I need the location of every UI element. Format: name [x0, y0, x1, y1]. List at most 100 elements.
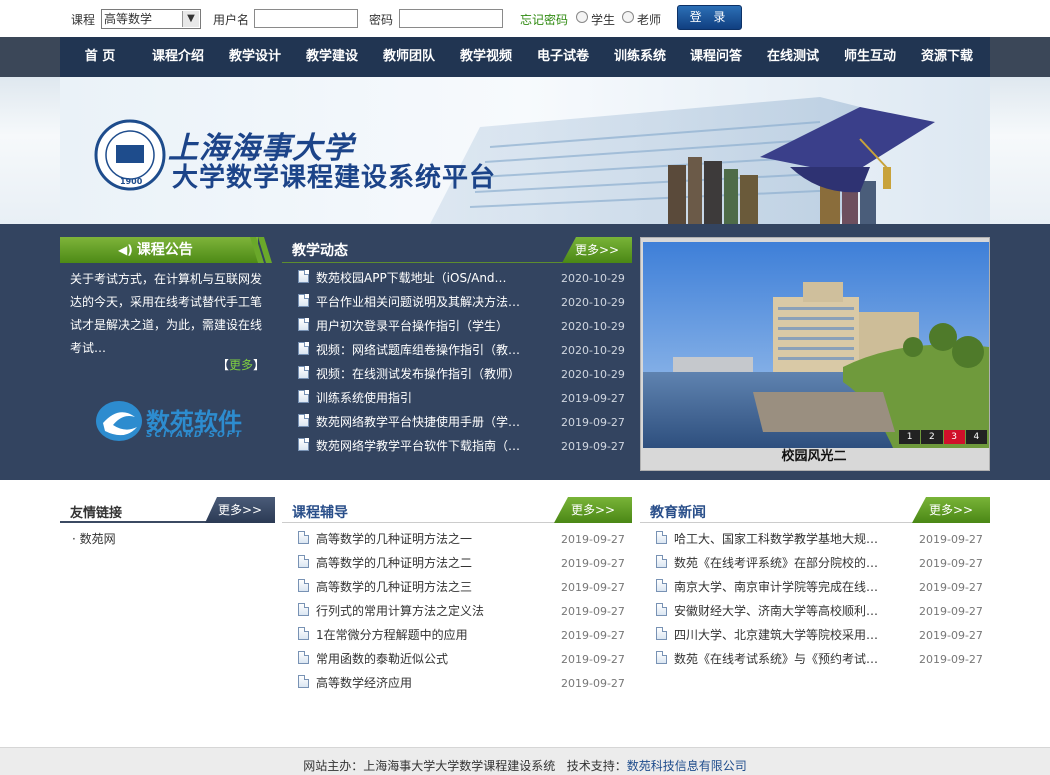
- document-icon: [298, 531, 309, 544]
- tutor-item-title[interactable]: 高等数学的几种证明方法之二: [316, 551, 528, 575]
- platform-name: 大学数学课程建设系统平台: [172, 163, 497, 193]
- edu-row[interactable]: 南京大学、南京审计学院等完成在线… 2019-09-27: [648, 575, 988, 599]
- news-row[interactable]: 数苑校园APP下载地址（iOS/And… 2020-10-29: [290, 266, 630, 290]
- document-icon: [298, 603, 309, 616]
- slide-page-2[interactable]: 2: [921, 430, 943, 444]
- tutor-item-title[interactable]: 高等数学经济应用: [316, 671, 528, 695]
- nav-item-teaching-video[interactable]: 教学视频: [450, 37, 522, 77]
- username-input[interactable]: [254, 9, 358, 28]
- slide-pager: 1 2 3 4: [899, 430, 987, 444]
- news-item-title[interactable]: 视频：在线测试发布操作指引（教师）: [316, 362, 528, 386]
- news-row[interactable]: 数苑网络学教学平台软件下载指南（… 2019-09-27: [290, 434, 630, 458]
- tutor-row[interactable]: 行列式的常用计算方法之定义法 2019-09-27: [290, 599, 630, 623]
- tutor-item-title[interactable]: 高等数学的几种证明方法之一: [316, 527, 528, 551]
- document-icon: [298, 294, 309, 307]
- footer-support-link[interactable]: 数苑科技信息有限公司: [627, 759, 747, 773]
- news-item-title[interactable]: 视频：网络试题库组卷操作指引（教…: [316, 338, 528, 362]
- edu-row[interactable]: 四川大学、北京建筑大学等院校采用… 2019-09-27: [648, 623, 988, 647]
- news-row[interactable]: 用户初次登录平台操作指引（学生） 2020-10-29: [290, 314, 630, 338]
- nav-item-qa[interactable]: 课程问答: [680, 37, 752, 77]
- tutor-row[interactable]: 高等数学的几种证明方法之二 2019-09-27: [290, 551, 630, 575]
- document-icon: [298, 318, 309, 331]
- links-title: 友情链接: [70, 506, 123, 521]
- tutor-item-title[interactable]: 1在常微分方程解题中的应用: [316, 623, 528, 647]
- edu-item-title[interactable]: 数苑《在线考评系统》在部分院校的…: [674, 551, 886, 575]
- tutor-item-date: 2019-09-27: [561, 677, 625, 690]
- campus-photo[interactable]: [643, 242, 989, 448]
- document-icon: [656, 651, 667, 664]
- news-item-title[interactable]: 训练系统使用指引: [316, 386, 528, 410]
- tutor-row[interactable]: 高等数学经济应用 2019-09-27: [290, 671, 630, 695]
- tutor-row[interactable]: 1在常微分方程解题中的应用 2019-09-27: [290, 623, 630, 647]
- document-icon: [298, 270, 309, 283]
- footer-host: 上海海事大学大学数学课程建设系统: [363, 759, 556, 773]
- edu-row[interactable]: 安徽财经大学、济南大学等高校顺利… 2019-09-27: [648, 599, 988, 623]
- document-icon: [298, 651, 309, 664]
- nav-item-teaching-design[interactable]: 教学设计: [219, 37, 291, 77]
- tutor-item-title[interactable]: 行列式的常用计算方法之定义法: [316, 599, 528, 623]
- notice-body: 关于考试方式，在计算机与互联网发达的今天，采用在线考试替代手工笔试才是解决之道，…: [70, 272, 263, 355]
- edu-item-title[interactable]: 数苑《在线考试系统》与《预约考试…: [674, 647, 886, 671]
- tutor-row[interactable]: 高等数学的几种证明方法之三 2019-09-27: [290, 575, 630, 599]
- news-row[interactable]: 视频：在线测试发布操作指引（教师） 2020-10-29: [290, 362, 630, 386]
- news-item-title[interactable]: 数苑校园APP下载地址（iOS/And…: [316, 266, 528, 290]
- tutor-more-button[interactable]: 更多>>: [554, 497, 632, 523]
- news-item-title[interactable]: 数苑网络教学平台快捷使用手册（学…: [316, 410, 528, 434]
- nav-item-course-intro[interactable]: 课程介绍: [142, 37, 214, 77]
- news-row[interactable]: 视频：网络试题库组卷操作指引（教… 2020-10-29: [290, 338, 630, 362]
- edu-row[interactable]: 数苑《在线考试系统》与《预约考试… 2019-09-27: [648, 647, 988, 671]
- news-row[interactable]: 训练系统使用指引 2019-09-27: [290, 386, 630, 410]
- nav-bar: 首 页 课程介绍 教学设计 教学建设 教师团队 教学视频 电子试卷 训练系统 课…: [0, 37, 1050, 77]
- notice-more-text[interactable]: 更多: [229, 358, 253, 372]
- tutor-row[interactable]: 高等数学的几种证明方法之一 2019-09-27: [290, 527, 630, 551]
- tutor-header: 课程辅导 更多>>: [282, 497, 632, 523]
- news-item-title[interactable]: 用户初次登录平台操作指引（学生）: [316, 314, 528, 338]
- edu-item-title[interactable]: 安徽财经大学、济南大学等高校顺利…: [674, 599, 886, 623]
- tutor-item-title[interactable]: 常用函数的泰勒近似公式: [316, 647, 528, 671]
- nav-item-training[interactable]: 训练系统: [604, 37, 676, 77]
- edu-item-title[interactable]: 四川大学、北京建筑大学等院校采用…: [674, 623, 886, 647]
- news-item-title[interactable]: 平台作业相关问题说明及其解决方法…: [316, 290, 528, 314]
- news-more-button[interactable]: 更多>>: [562, 237, 632, 263]
- footer: 网站主办：上海海事大学大学数学课程建设系统 技术支持：数苑科技信息有限公司: [0, 747, 1050, 775]
- nav-item-e-exam[interactable]: 电子试卷: [527, 37, 599, 77]
- edu-row[interactable]: 数苑《在线考评系统》在部分院校的… 2019-09-27: [648, 551, 988, 575]
- password-input[interactable]: [399, 9, 503, 28]
- role-teacher-radio[interactable]: [622, 11, 634, 23]
- news-row[interactable]: 数苑网络教学平台快捷使用手册（学… 2019-09-27: [290, 410, 630, 434]
- chevron-down-icon[interactable]: ▼: [182, 11, 199, 27]
- nav-item-interaction[interactable]: 师生互动: [834, 37, 906, 77]
- links-more-button[interactable]: 更多>>: [205, 497, 275, 523]
- login-bar: 课程 高等数学 ▼ 用户名 密码 忘记密码 学生 老师 登 录: [0, 0, 1050, 37]
- tutor-item-title[interactable]: 高等数学的几种证明方法之三: [316, 575, 528, 599]
- nav-item-teaching-build[interactable]: 教学建设: [296, 37, 368, 77]
- document-icon: [298, 627, 309, 640]
- edu-more-button[interactable]: 更多>>: [912, 497, 990, 523]
- forgot-password-link[interactable]: 忘记密码: [520, 11, 568, 28]
- nav-item-home[interactable]: 首 页: [70, 37, 130, 77]
- document-icon: [656, 579, 667, 592]
- news-item-date: 2020-10-29: [561, 320, 625, 333]
- nav-item-online-test[interactable]: 在线测试: [757, 37, 829, 77]
- course-select[interactable]: 高等数学 ▼: [101, 9, 201, 29]
- edu-item-title[interactable]: 哈工大、国家工科数学教学基地大规…: [674, 527, 886, 551]
- link-item-sciyard[interactable]: · 数苑网: [72, 530, 116, 547]
- role-student-radio[interactable]: [576, 11, 588, 23]
- course-select-value: 高等数学: [104, 12, 153, 26]
- edu-item-title[interactable]: 南京大学、南京审计学院等完成在线…: [674, 575, 886, 599]
- footer-support-label: 技术支持：: [566, 759, 627, 773]
- banner-image: 上海海事大学 大学数学课程建设系统平台 1900: [60, 77, 990, 224]
- news-header: 教学动态 更多>>: [282, 237, 632, 263]
- nav-item-teacher-team[interactable]: 教师团队: [373, 37, 445, 77]
- slide-page-1[interactable]: 1: [899, 430, 921, 444]
- slide-page-3[interactable]: 3: [943, 430, 965, 444]
- tutor-row[interactable]: 常用函数的泰勒近似公式 2019-09-27: [290, 647, 630, 671]
- login-button[interactable]: 登 录: [677, 5, 742, 30]
- slide-page-4[interactable]: 4: [965, 430, 987, 444]
- edu-row[interactable]: 哈工大、国家工科数学教学基地大规… 2019-09-27: [648, 527, 988, 551]
- news-row[interactable]: 平台作业相关问题说明及其解决方法… 2020-10-29: [290, 290, 630, 314]
- links-header: 友情链接 更多>>: [60, 497, 275, 523]
- nav-item-downloads[interactable]: 资源下载: [911, 37, 983, 77]
- news-item-title[interactable]: 数苑网络学教学平台软件下载指南（…: [316, 434, 528, 458]
- notice-more-link[interactable]: 【更多】: [217, 356, 265, 373]
